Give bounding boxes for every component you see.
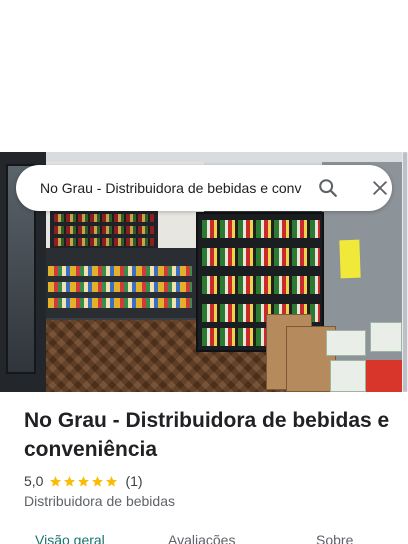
photo-stacked-boxes xyxy=(266,312,408,392)
place-title: No Grau - Distribuidora de bebidas e con… xyxy=(24,409,390,461)
search-box[interactable]: No Grau - Distribuidora de bebidas e con… xyxy=(16,165,392,211)
review-count-link[interactable]: (1) xyxy=(125,473,142,489)
star-icon xyxy=(64,475,76,486)
rating-value: 5,0 xyxy=(24,473,44,489)
search-icon xyxy=(319,179,337,197)
rating-row[interactable]: 5,0 (1) xyxy=(24,472,143,490)
star-icon xyxy=(106,475,118,486)
star-rating xyxy=(49,475,119,488)
tab-reviews[interactable]: Avaliações xyxy=(168,532,235,544)
clear-search-button[interactable] xyxy=(366,174,394,202)
close-icon xyxy=(373,181,387,195)
scrollbar-thumb[interactable] xyxy=(403,152,407,392)
search-input[interactable]: No Grau - Distribuidora de bebidas e con… xyxy=(40,165,302,211)
photo-yellow-sign xyxy=(339,239,361,279)
star-icon xyxy=(92,475,104,486)
photo-wall-shelf xyxy=(50,210,158,248)
place-category[interactable]: Distribuidora de bebidas xyxy=(24,493,175,509)
place-tabs: Visão geral Avaliações Sobre xyxy=(0,528,408,544)
search-button[interactable] xyxy=(314,174,342,202)
tab-about[interactable]: Sobre xyxy=(316,532,353,544)
map-area-blank xyxy=(0,0,408,152)
photo-snack-counter xyxy=(44,248,196,318)
star-icon xyxy=(78,475,90,486)
star-icon xyxy=(50,475,62,486)
panel-scrollbar[interactable] xyxy=(402,152,408,392)
tab-overview[interactable]: Visão geral xyxy=(35,532,105,544)
